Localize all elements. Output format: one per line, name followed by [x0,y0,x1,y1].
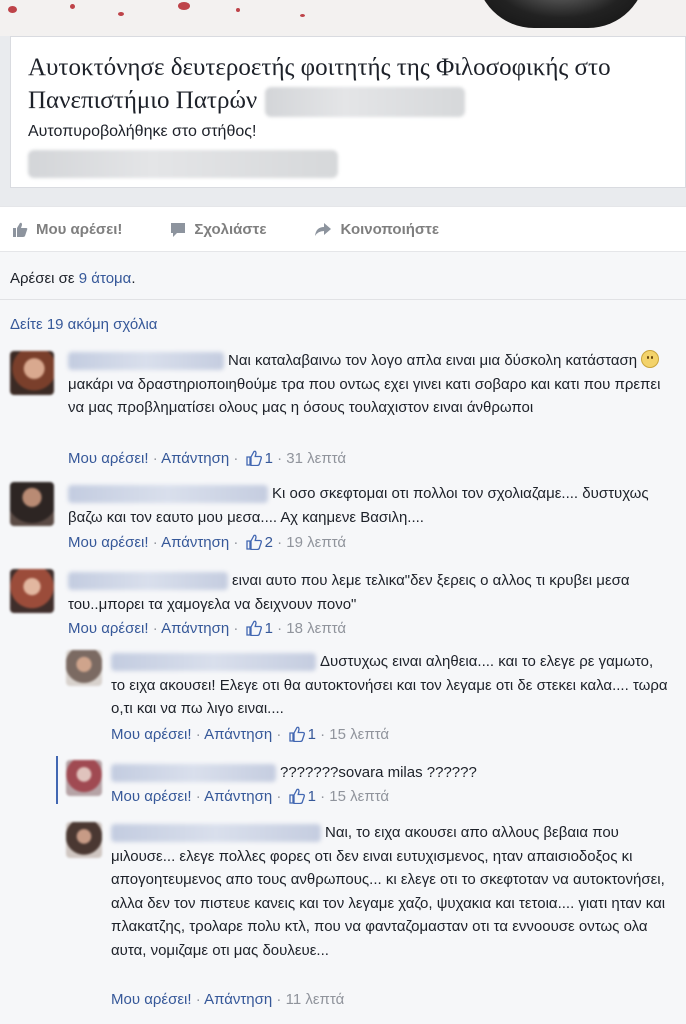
comment-time[interactable]: 18 λεπτά [286,620,346,637]
likes-summary: Αρέσει σε 9 άτομα. [0,252,686,300]
comment-reply-link[interactable]: Απάντηση [161,450,229,467]
comment-reply-link[interactable]: Απάντηση [161,620,229,637]
like-count-thumb-icon [288,788,305,804]
like-button[interactable]: Μου αρέσει! [12,221,122,238]
like-count-thumb-icon [245,620,262,636]
reply-meta: Μου αρέσει! · Απάντηση · 1 · 15 λεπτά [111,726,390,743]
avatar[interactable] [66,760,102,796]
share-button[interactable]: Κοινοποιήστε [314,221,439,238]
reply-reply-link[interactable]: Απάντηση [204,788,272,805]
comment-meta: Μου αρέσει! · Απάντηση · 2 · 19 λεπτά [68,534,347,551]
comment-text: Ναι καταλαβαινω τον λογο απλα ειναι μια … [228,352,638,369]
reply-like-link[interactable]: Μου αρέσει! [111,991,192,1008]
post-action-bar: Μου αρέσει! Σχολιάστε Κοινοποιήστε [0,206,686,252]
link-preview-card[interactable]: Αυτοκτόνησε δευτεροετής φοιτητής της Φιλ… [10,36,686,188]
commenter-name[interactable] [68,352,224,371]
reply-text: Ναι, το ειχα ακουσει απο αλλους βεβαια π… [111,824,666,959]
like-count[interactable]: 1 [265,620,273,637]
share-icon [315,222,332,236]
redacted-text [265,87,466,118]
like-count-thumb-icon [288,726,305,742]
like-count-thumb-icon [245,450,262,466]
article-headline[interactable]: Αυτοκτόνησε δευτεροετής φοιτητής της Φιλ… [28,51,673,118]
reply-time[interactable]: 11 λεπτά [286,991,345,1008]
reply-text: ???????sovara milas ?????? [280,764,477,781]
preview-image[interactable] [0,0,686,36]
avatar[interactable] [10,569,54,613]
reply-like-link[interactable]: Μου αρέσει! [111,788,192,805]
view-more-comments-link[interactable]: Δείτε 19 ακόμη σχόλια [0,300,686,344]
commenter-name[interactable] [111,653,316,672]
like-count[interactable]: 1 [308,726,316,743]
comment-text-cont: μακάρι να δραστηριοποιηθούμε τρα που οντ… [68,375,661,417]
likers-link[interactable]: 9 άτομα [79,270,132,287]
reply-highlight-bar [56,756,58,804]
avatar[interactable] [66,822,102,858]
reply-reply-link[interactable]: Απάντηση [204,991,272,1008]
reply-meta: Μου αρέσει! · Απάντηση · 11 λεπτά [111,991,345,1008]
commenter-name[interactable] [111,764,276,783]
like-count[interactable]: 1 [265,450,273,467]
comment-like-link[interactable]: Μου αρέσει! [68,450,149,467]
commenter-name[interactable] [68,572,228,591]
reply-reply-link[interactable]: Απάντηση [204,726,272,743]
reply-time[interactable]: 15 λεπτά [329,788,389,805]
comment-button-label: Σχολιάστε [194,220,267,238]
reply-time[interactable]: 15 λεπτά [329,726,389,743]
comment-icon [171,222,186,237]
reply-like-link[interactable]: Μου αρέσει! [111,726,192,743]
avatar[interactable] [10,351,54,395]
redacted-domain [28,150,338,178]
article-subtitle: Αυτοπυροβολήθηκε στο στήθος! [28,123,257,140]
comment-meta: Μου αρέσει! · Απάντηση · 1 · 18 λεπτά [68,620,347,637]
comment-time[interactable]: 31 λεπτά [286,450,346,467]
frown-emoji-icon [641,350,660,368]
like-button-label: Μου αρέσει! [36,220,123,238]
commenter-name[interactable] [111,824,321,843]
thumbs-up-icon [13,222,28,237]
share-button-label: Κοινοποιήστε [340,220,439,238]
reply-meta: Μου αρέσει! · Απάντηση · 1 · 15 λεπτά [111,788,390,805]
like-count[interactable]: 1 [308,788,316,805]
comment-like-link[interactable]: Μου αρέσει! [68,620,149,637]
like-count-thumb-icon [245,534,262,550]
avatar[interactable] [66,650,102,686]
commenter-name[interactable] [68,485,268,504]
comment-button[interactable]: Σχολιάστε [170,221,266,238]
avatar[interactable] [10,482,54,526]
comment-meta: Μου αρέσει! · Απάντηση · 1 · 31 λεπτά [68,450,347,467]
comment-time[interactable]: 19 λεπτά [286,534,346,551]
comment-reply-link[interactable]: Απάντηση [161,534,229,551]
comment-like-link[interactable]: Μου αρέσει! [68,534,149,551]
like-count[interactable]: 2 [265,534,273,551]
